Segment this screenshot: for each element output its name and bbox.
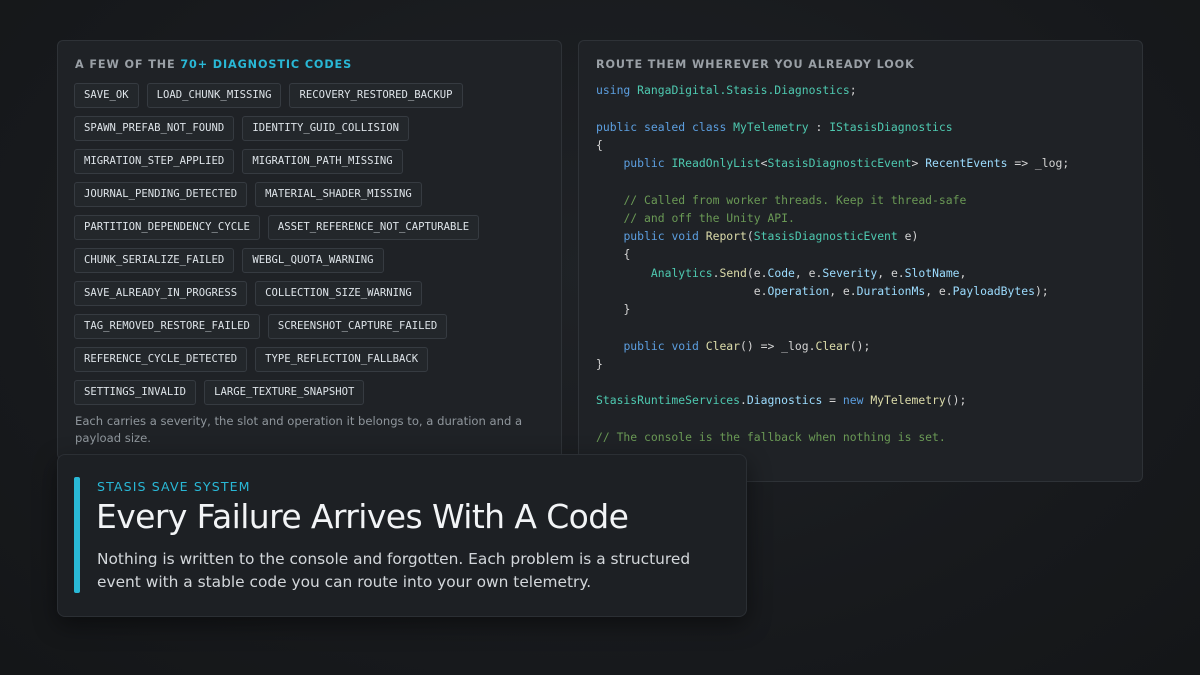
diagnostic-code-chip: JOURNAL_PENDING_DETECTED <box>74 182 248 207</box>
diagnostic-code-chip: REFERENCE_CYCLE_DETECTED <box>74 347 248 372</box>
code-comment-fallback: // The console is the fallback when noth… <box>596 429 946 444</box>
diagnostic-code-chip: CHUNK_SERIALIZE_FAILED <box>74 248 235 273</box>
diagnostic-code-chip: TAG_REMOVED_RESTORE_FAILED <box>74 314 260 339</box>
diagnostic-code-chip: COLLECTION_SIZE_WARNING <box>255 281 422 306</box>
diagnostic-code-chip: TYPE_REFLECTION_FALLBACK <box>255 347 429 372</box>
code-line-report-close: } <box>623 302 631 316</box>
diagnostic-code-chip: MIGRATION_PATH_MISSING <box>242 149 403 174</box>
code-comment-2: // and off the Unity API. <box>623 210 795 225</box>
codes-panel-heading: A FEW OF THE 70+ DIAGNOSTIC CODES <box>75 58 352 71</box>
title-card: STASIS SAVE SYSTEM Every Failure Arrives… <box>57 454 747 617</box>
diagnostic-code-chip: SETTINGS_INVALID <box>74 380 197 405</box>
diagnostic-codes-panel: A FEW OF THE 70+ DIAGNOSTIC CODES SAVE_O… <box>57 40 562 460</box>
code-line-close-brace: } <box>596 356 603 371</box>
diagnostic-code-list: SAVE_OK LOAD_CHUNK_MISSING RECOVERY_RESTOR… <box>74 83 544 405</box>
diagnostic-code-chip: LOAD_CHUNK_MISSING <box>146 83 282 108</box>
code-line-report: public void Report(StasisDiagnosticEvent… <box>623 229 919 243</box>
diagnostic-code-chip: SPAWN_PREFAB_NOT_FOUND <box>74 116 235 141</box>
code-line-using: using RangaDigital.Stasis.Diagnostics; <box>596 83 857 97</box>
page-title: Every Failure Arrives With A Code <box>96 497 629 536</box>
page-subtitle: Nothing is written to the console and fo… <box>97 550 691 591</box>
code-line-open-brace: { <box>596 137 603 152</box>
diagnostic-code-chip: MATERIAL_SHADER_MISSING <box>255 182 422 207</box>
diagnostic-code-chip: MIGRATION_STEP_APPLIED <box>74 149 235 174</box>
code-line-analytics-args: e.Operation, e.DurationMs, e.PayloadByte… <box>753 283 1049 298</box>
diagnostic-code-chip: LARGE_TEXTURE_SNAPSHOT <box>204 380 365 405</box>
accent-bar <box>74 477 80 593</box>
code-line-report-open: { <box>623 247 631 262</box>
diagnostic-code-chip: PARTITION_DEPENDENCY_CYCLE <box>74 215 260 240</box>
code-panel-heading: ROUTE THEM WHEREVER YOU ALREADY LOOK <box>596 58 915 71</box>
codes-heading-accent: 70+ DIAGNOSTIC CODES <box>180 58 353 71</box>
diagnostic-code-chip: SAVE_ALREADY_IN_PROGRESS <box>74 281 248 306</box>
eyebrow-label: STASIS SAVE SYSTEM <box>97 479 251 494</box>
code-line-recent-events: public IReadOnlyList<StasisDiagnosticEve… <box>623 156 1070 170</box>
code-comment-1: // Called from worker threads. Keep it t… <box>623 192 967 207</box>
code-line-class-decl: public sealed class MyTelemetry : IStasi… <box>596 119 953 134</box>
diagnostic-code-chip: WEBGL_QUOTA_WARNING <box>242 248 384 273</box>
code-line-analytics-send: Analytics.Send(e.Code, e.Severity, e.Slo… <box>650 265 967 280</box>
code-block: using RangaDigital.Stasis.Diagnostics; p… <box>596 81 1069 446</box>
diagnostic-code-chip: ASSET_REFERENCE_NOT_CAPTURABLE <box>267 215 480 240</box>
diagnostic-code-chip: RECOVERY_RESTORED_BACKUP <box>289 83 463 108</box>
codes-heading-prefix: A FEW OF THE <box>75 58 181 71</box>
codes-footnote: Each carries a severity, the slot and op… <box>75 414 523 445</box>
diagnostic-code-chip: SAVE_OK <box>74 83 139 108</box>
diagnostic-code-chip: IDENTITY_GUID_COLLISION <box>242 116 410 141</box>
code-line-assign: StasisRuntimeServices.Diagnostics = new … <box>596 393 967 408</box>
diagnostic-code-chip: SCREENSHOT_CAPTURE_FAILED <box>267 314 448 339</box>
code-sample-panel: ROUTE THEM WHEREVER YOU ALREADY LOOK usi… <box>578 40 1143 482</box>
code-line-clear: public void Clear() => _log.Clear(); <box>623 338 871 353</box>
